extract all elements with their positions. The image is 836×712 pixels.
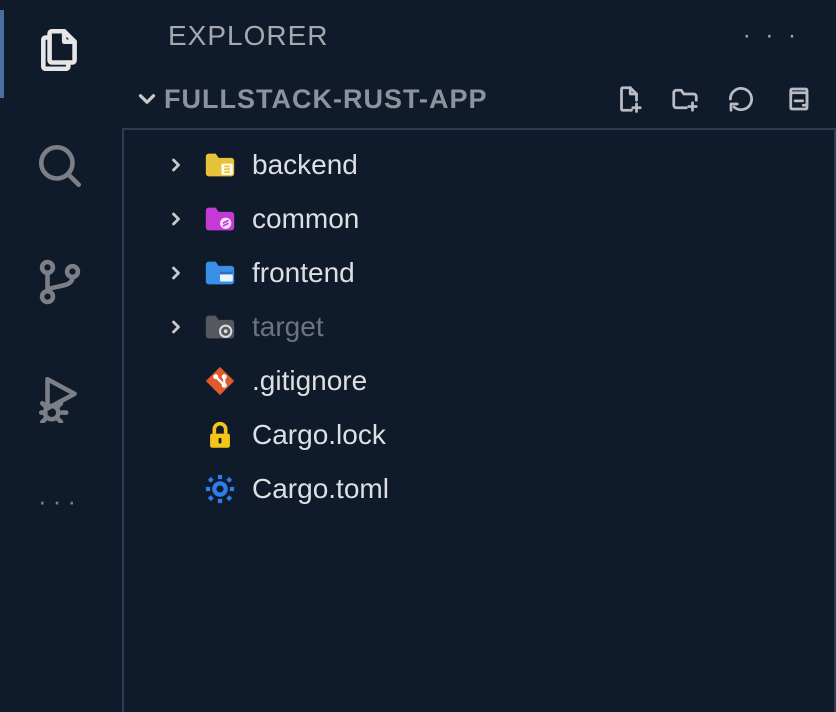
new-file-icon <box>614 84 644 114</box>
tree-item-label: Cargo.toml <box>252 473 389 505</box>
activity-explorer[interactable] <box>32 22 88 78</box>
git-icon <box>202 363 238 399</box>
folder-target[interactable]: target <box>124 300 834 354</box>
chevron-down-icon <box>130 86 164 112</box>
folder-icon <box>202 255 238 291</box>
workspace-section-header[interactable]: FULLSTACK-RUST-APP <box>120 70 836 128</box>
activity-run-debug[interactable] <box>32 370 88 426</box>
tree-item-label: common <box>252 203 359 235</box>
file-tree: backend common frontend <box>122 128 836 712</box>
new-folder-icon <box>670 84 700 114</box>
refresh-button[interactable] <box>724 82 758 116</box>
folder-icon <box>202 201 238 237</box>
collapse-all-icon <box>782 84 812 114</box>
file-cargo-toml[interactable]: Cargo.toml <box>124 462 834 516</box>
file-cargo-lock[interactable]: Cargo.lock <box>124 408 834 462</box>
sidebar-more-actions[interactable]: · · · <box>743 22 800 50</box>
folder-frontend[interactable]: frontend <box>124 246 834 300</box>
new-folder-button[interactable] <box>668 82 702 116</box>
activity-bar: ··· <box>0 0 120 712</box>
tree-item-label: frontend <box>252 257 355 289</box>
activity-search[interactable] <box>32 138 88 194</box>
section-actions <box>612 82 814 116</box>
tree-item-label: backend <box>252 149 358 181</box>
search-icon <box>35 141 85 191</box>
gear-icon <box>202 471 238 507</box>
activity-source-control[interactable] <box>32 254 88 310</box>
sidebar-header: EXPLORER · · · <box>120 20 836 70</box>
file-gitignore[interactable]: .gitignore <box>124 354 834 408</box>
folder-icon <box>202 147 238 183</box>
workspace-name: FULLSTACK-RUST-APP <box>164 84 612 115</box>
sidebar-title: EXPLORER <box>168 20 329 52</box>
run-debug-icon <box>35 373 85 423</box>
collapse-all-button[interactable] <box>780 82 814 116</box>
folder-icon <box>202 309 238 345</box>
chevron-right-icon <box>164 155 188 175</box>
files-icon <box>35 25 85 75</box>
new-file-button[interactable] <box>612 82 646 116</box>
explorer-sidebar: EXPLORER · · · FULLSTACK-RUST-APP <box>120 0 836 712</box>
folder-common[interactable]: common <box>124 192 834 246</box>
lock-icon <box>202 417 238 453</box>
refresh-icon <box>726 84 756 114</box>
git-branch-icon <box>35 257 85 307</box>
activity-overflow[interactable]: ··· <box>38 486 82 517</box>
chevron-right-icon <box>164 317 188 337</box>
chevron-right-icon <box>164 209 188 229</box>
tree-item-label: Cargo.lock <box>252 419 386 451</box>
tree-item-label: .gitignore <box>252 365 367 397</box>
chevron-right-icon <box>164 263 188 283</box>
folder-backend[interactable]: backend <box>124 138 834 192</box>
tree-item-label: target <box>252 311 324 343</box>
